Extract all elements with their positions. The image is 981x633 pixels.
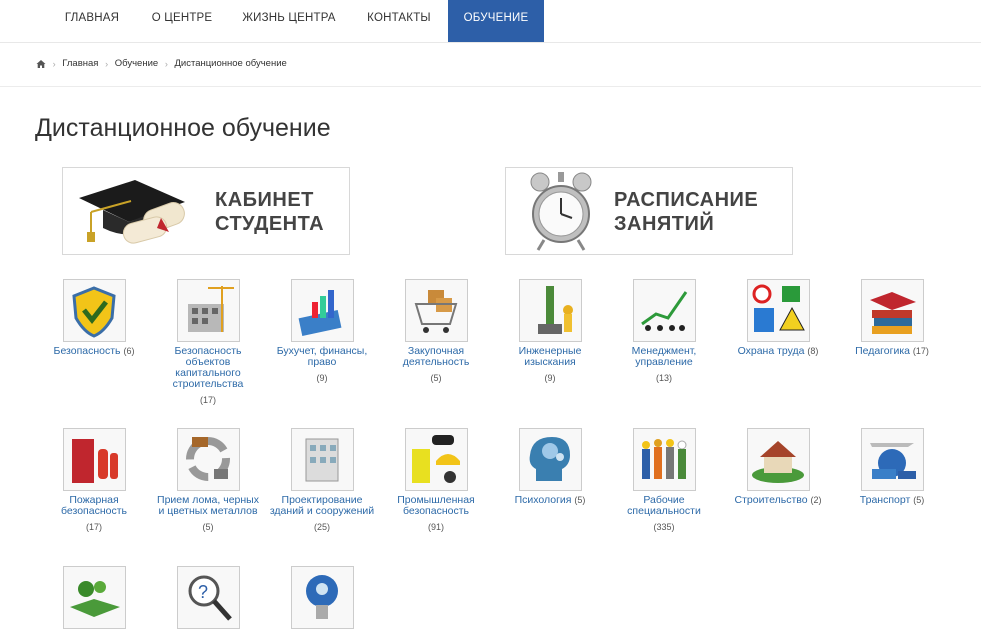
banner-line2: ЗАНЯТИЙ: [614, 213, 715, 235]
transport-icon[interactable]: [860, 428, 924, 491]
category-scrap-metal[interactable]: Прием лома, черных и цветных металлов (5): [153, 428, 263, 533]
student-cabinet-banner[interactable]: КАБИНЕТ СТУДЕНТА: [62, 167, 350, 255]
banner-line1: РАСПИСАНИЕ: [614, 189, 759, 211]
category-transport[interactable]: Транспорт (5): [837, 428, 947, 506]
category-security[interactable]: Безопасность (6): [39, 279, 149, 357]
house-icon[interactable]: [746, 428, 810, 491]
category-engineering-survey[interactable]: Инженерные изыскания (9): [495, 279, 605, 384]
category-building-design[interactable]: Проектирование зданий и сооружений (25): [267, 428, 377, 533]
category-construction-safety[interactable]: Безопасность объектов капитального строи…: [153, 279, 263, 406]
lightbulb-icon[interactable]: [290, 566, 354, 629]
breadcrumb-item-current: Дистанционное обучение: [174, 58, 287, 69]
graduation-cap-icon: [79, 180, 185, 244]
finance-chart-icon[interactable]: [290, 279, 354, 342]
nav-item-about[interactable]: О ЦЕНТРЕ: [142, 0, 222, 42]
category-management[interactable]: Менеджмент, управление (13): [609, 279, 719, 384]
category-construction[interactable]: Строительство (2): [723, 428, 833, 506]
books-cap-icon[interactable]: [860, 279, 924, 342]
category-accounting[interactable]: Бухучет, финансы, право (9): [267, 279, 377, 384]
building-design-icon[interactable]: [290, 428, 354, 491]
breadcrumb-item-home[interactable]: Главная: [62, 58, 98, 69]
nav-item-home[interactable]: ГЛАВНАЯ: [51, 0, 133, 42]
top-nav: ГЛАВНАЯ О ЦЕНТРЕ ЖИЗНЬ ЦЕНТРА КОНТАКТЫ О…: [0, 0, 981, 43]
breadcrumb-item-education[interactable]: Обучение: [115, 58, 158, 69]
management-growth-icon[interactable]: [632, 279, 696, 342]
banner-line2: СТУДЕНТА: [215, 213, 325, 235]
home-icon[interactable]: [36, 59, 46, 69]
brain-head-icon[interactable]: [518, 428, 582, 491]
magnifier-question-icon[interactable]: ?: [176, 566, 240, 629]
nav-item-education[interactable]: ОБУЧЕНИЕ: [448, 0, 544, 42]
fire-extinguisher-icon[interactable]: [62, 428, 126, 491]
alarm-clock-icon: [530, 172, 592, 251]
ecology-book-icon[interactable]: [62, 566, 126, 629]
safety-signs-icon[interactable]: [746, 279, 810, 342]
page-title: Дистанционное обучение: [35, 114, 331, 142]
category-pedagogy[interactable]: Педагогика (17): [837, 279, 947, 357]
shopping-cart-icon[interactable]: [404, 279, 468, 342]
banner-line1: КАБИНЕТ: [215, 189, 314, 211]
category-procurement[interactable]: Закупочная деятельность (5): [381, 279, 491, 384]
scrap-metal-icon[interactable]: [176, 428, 240, 491]
nav-item-life[interactable]: ЖИЗНЬ ЦЕНТРА: [230, 0, 348, 42]
hardhat-gear-icon[interactable]: [404, 428, 468, 491]
survey-engineer-icon[interactable]: [518, 279, 582, 342]
category-fire-safety[interactable]: Пожарная безопасность (17): [39, 428, 149, 533]
schedule-banner[interactable]: РАСПИСАНИЕ ЗАНЯТИЙ: [505, 167, 793, 255]
category-psychology[interactable]: Психология (5): [495, 428, 605, 506]
category-working-professions[interactable]: Рабочие специальности (335): [609, 428, 719, 533]
breadcrumb: › Главная › Обучение › Дистанционное обу…: [0, 43, 981, 87]
nav-item-contacts[interactable]: КОНТАКТЫ: [355, 0, 443, 42]
workers-group-icon[interactable]: [632, 428, 696, 491]
svg-text:?: ?: [198, 582, 208, 602]
category-industrial-safety[interactable]: Промышленная безопасность (91): [381, 428, 491, 533]
shield-check-icon[interactable]: [62, 279, 126, 342]
category-labor-protection[interactable]: Охрана труда (8): [723, 279, 833, 357]
construction-site-icon[interactable]: [176, 279, 240, 342]
